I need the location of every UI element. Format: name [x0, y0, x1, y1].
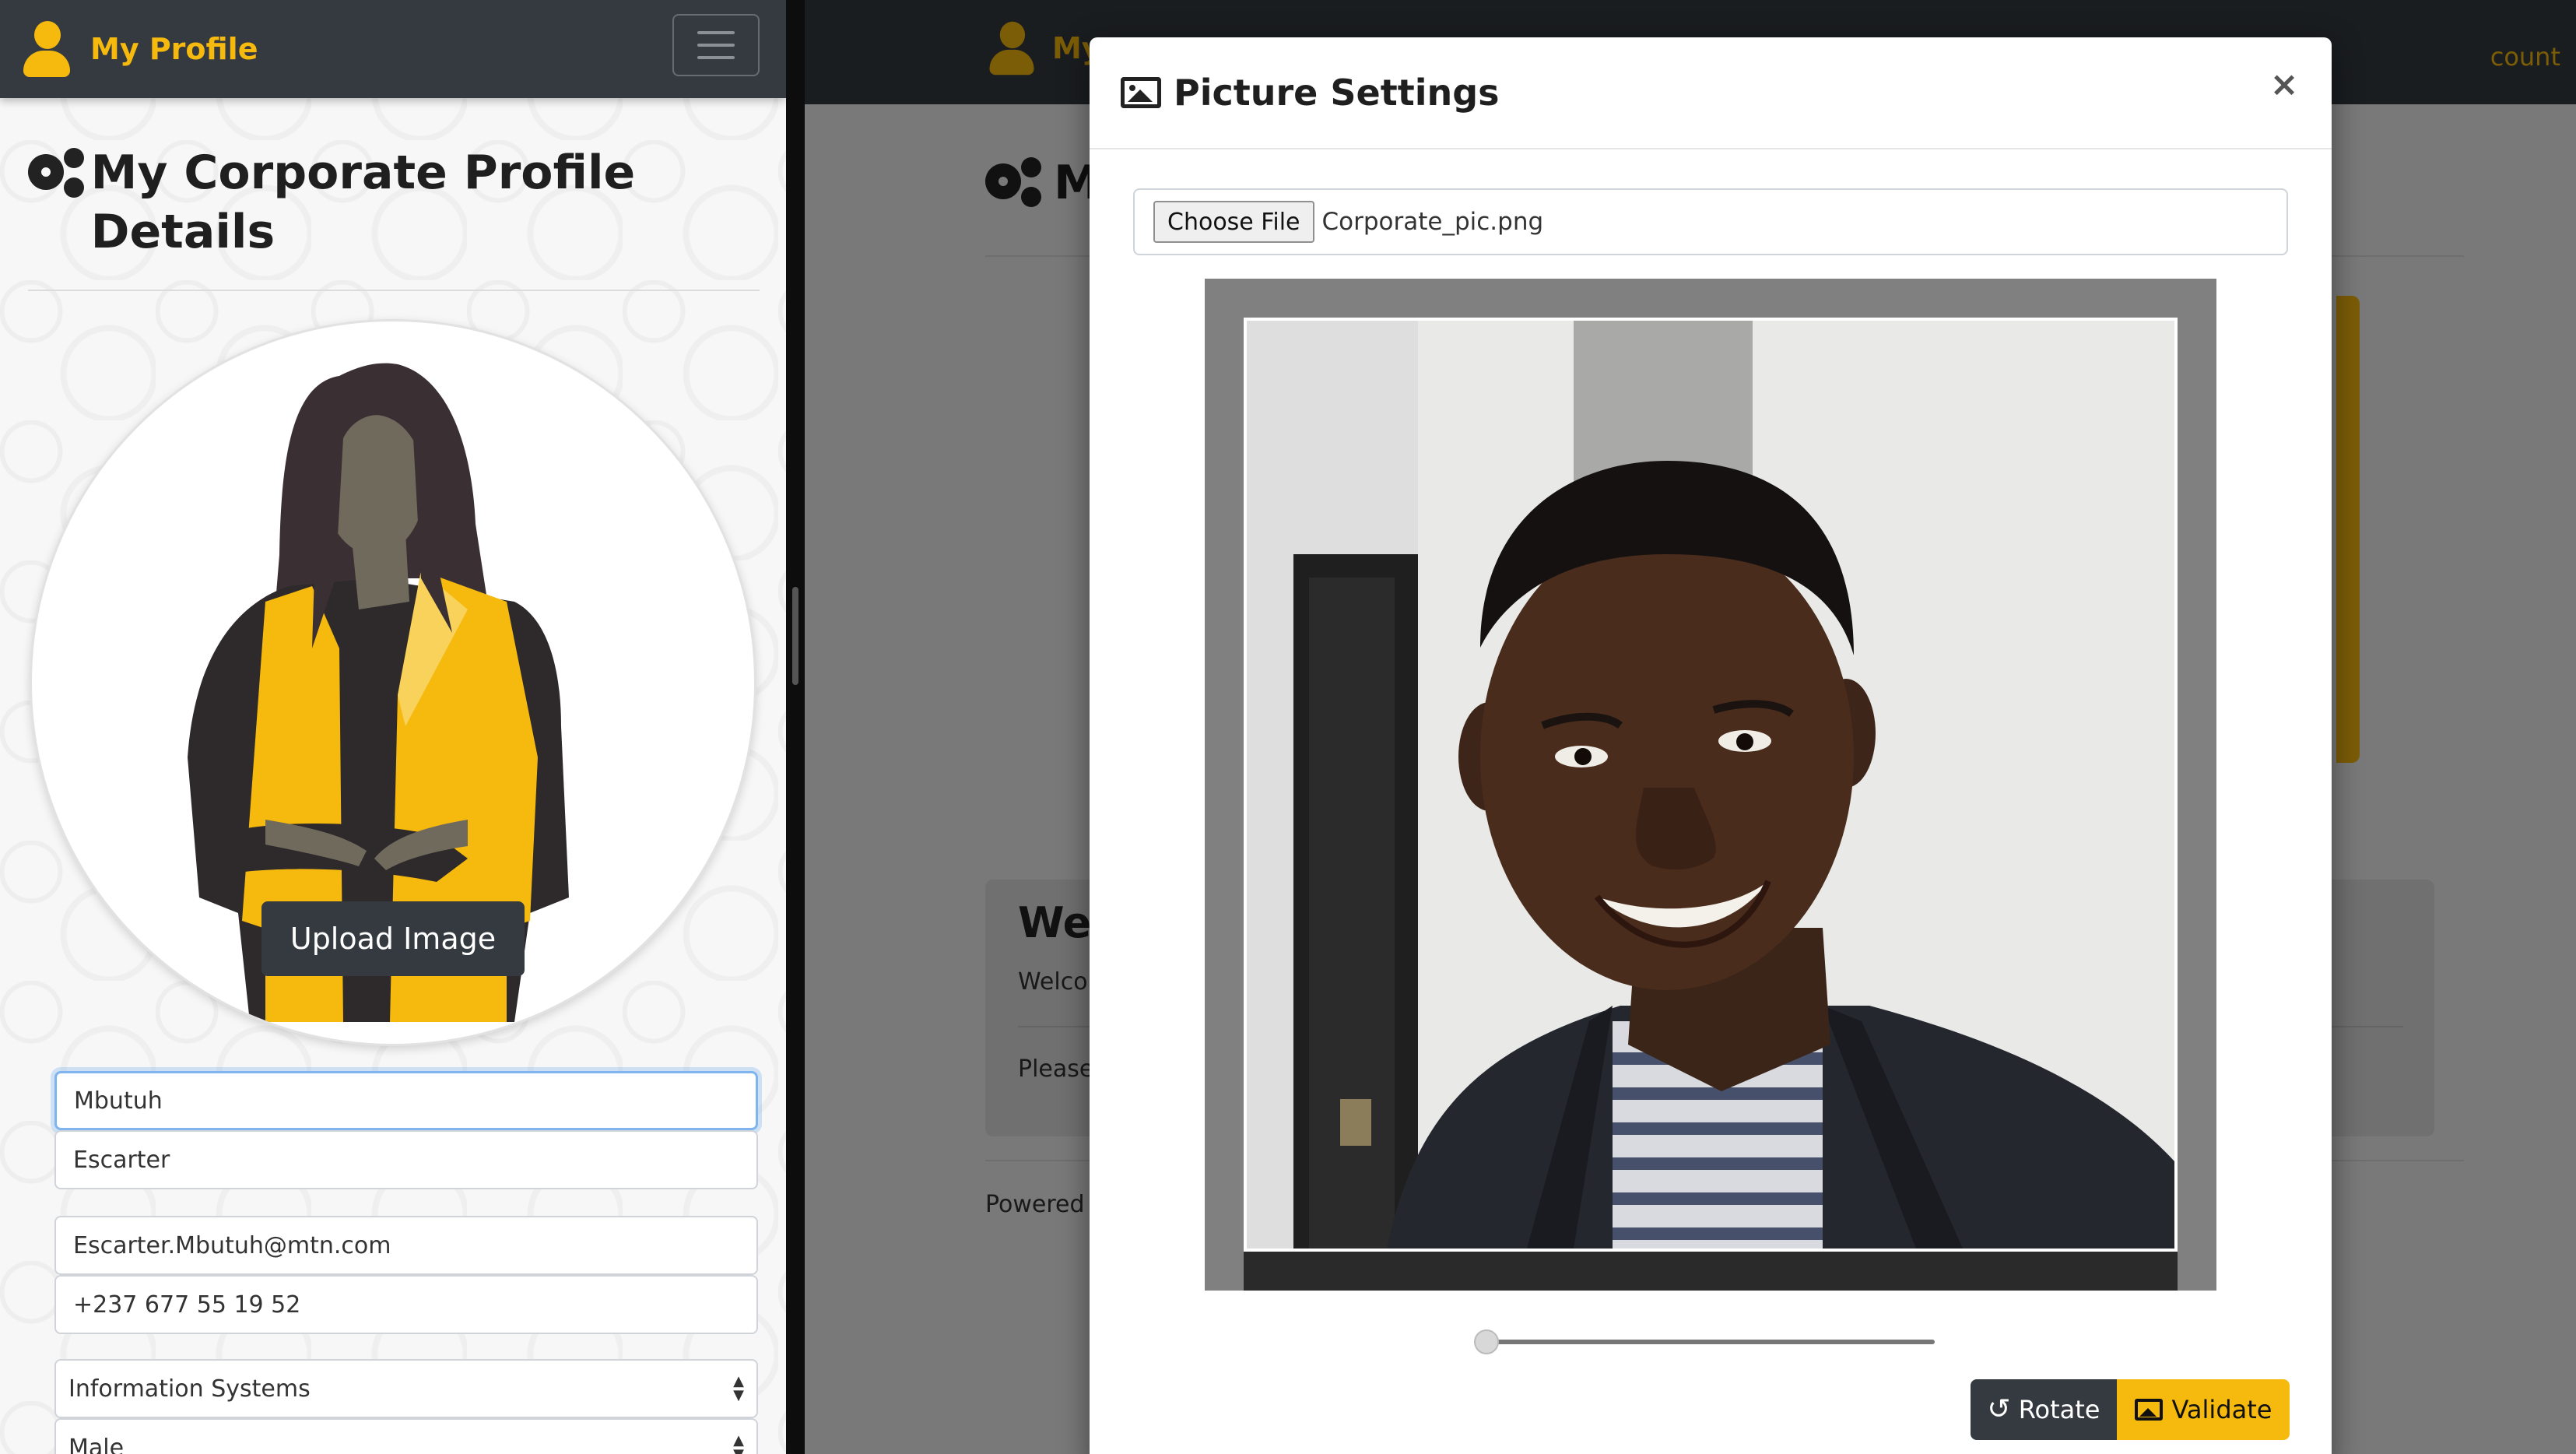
pane-splitter[interactable]: [786, 0, 805, 1454]
zoom-slider-handle[interactable]: [1474, 1329, 1499, 1354]
rotate-button-label: Rotate: [2018, 1395, 2100, 1424]
zoom-slider[interactable]: [1474, 1326, 1944, 1357]
mobile-view-panel: My Profile My Corporate Profile Details: [0, 0, 786, 1454]
zoom-slider-track[interactable]: [1485, 1340, 1935, 1344]
splitter-handle[interactable]: [792, 587, 798, 685]
image-icon: [1121, 77, 1161, 108]
image-cropper[interactable]: [1205, 279, 2216, 1291]
select-arrows-icon: ▲▼: [733, 1373, 744, 1403]
rotate-icon: ↺: [1987, 1393, 2011, 1425]
hamburger-icon: [697, 31, 735, 34]
divider: [28, 290, 760, 291]
rotate-button[interactable]: ↺ Rotate: [1971, 1379, 2117, 1440]
modal-actions: ↺ Rotate Validate: [1971, 1379, 2290, 1440]
department-select[interactable]: Information Systems ▲ ▼: [54, 1359, 758, 1418]
file-input[interactable]: Choose File Corporate_pic.png: [1133, 188, 2288, 255]
modal-title: Picture Settings: [1121, 72, 1500, 114]
cogs-icon: [28, 148, 84, 204]
choose-file-button[interactable]: Choose File: [1153, 201, 1314, 243]
selected-file-name: Corporate_pic.png: [1321, 208, 1544, 236]
modal-header: Picture Settings ×: [1090, 37, 2332, 149]
gender-select-value: Male: [68, 1434, 125, 1454]
gender-select[interactable]: Male ▲▼: [54, 1418, 758, 1454]
page-header: My Corporate Profile Details: [28, 143, 760, 262]
navbar: My Profile: [0, 0, 786, 98]
last-name-input[interactable]: Escarter: [54, 1130, 758, 1189]
validate-button[interactable]: Validate: [2117, 1379, 2290, 1440]
validate-button-label: Validate: [2171, 1395, 2272, 1424]
phone-input[interactable]: +237 677 55 19 52: [54, 1275, 758, 1334]
close-icon[interactable]: ×: [2265, 65, 2304, 104]
modal-title-text: Picture Settings: [1174, 72, 1500, 114]
user-icon: [22, 21, 72, 77]
image-icon: [2134, 1399, 2163, 1421]
crop-box[interactable]: [1244, 318, 2178, 1252]
navbar-brand-label: My Profile: [90, 32, 258, 66]
picture-settings-modal: Picture Settings × Choose File Corporate…: [1090, 37, 2332, 1454]
first-name-input[interactable]: Mbutuh: [54, 1071, 758, 1130]
email-input[interactable]: Escarter.Mbutuh@mtn.com: [54, 1216, 758, 1275]
page-title: My Corporate Profile Details: [90, 146, 636, 259]
department-select-value: Information Systems: [68, 1375, 311, 1403]
profile-photo: [1247, 321, 2174, 1249]
upload-image-button[interactable]: Upload Image: [261, 901, 525, 976]
hamburger-menu-button[interactable]: [672, 14, 760, 76]
select-arrows-icon: ▲▼: [733, 1432, 744, 1454]
navbar-brand[interactable]: My Profile: [22, 21, 258, 77]
